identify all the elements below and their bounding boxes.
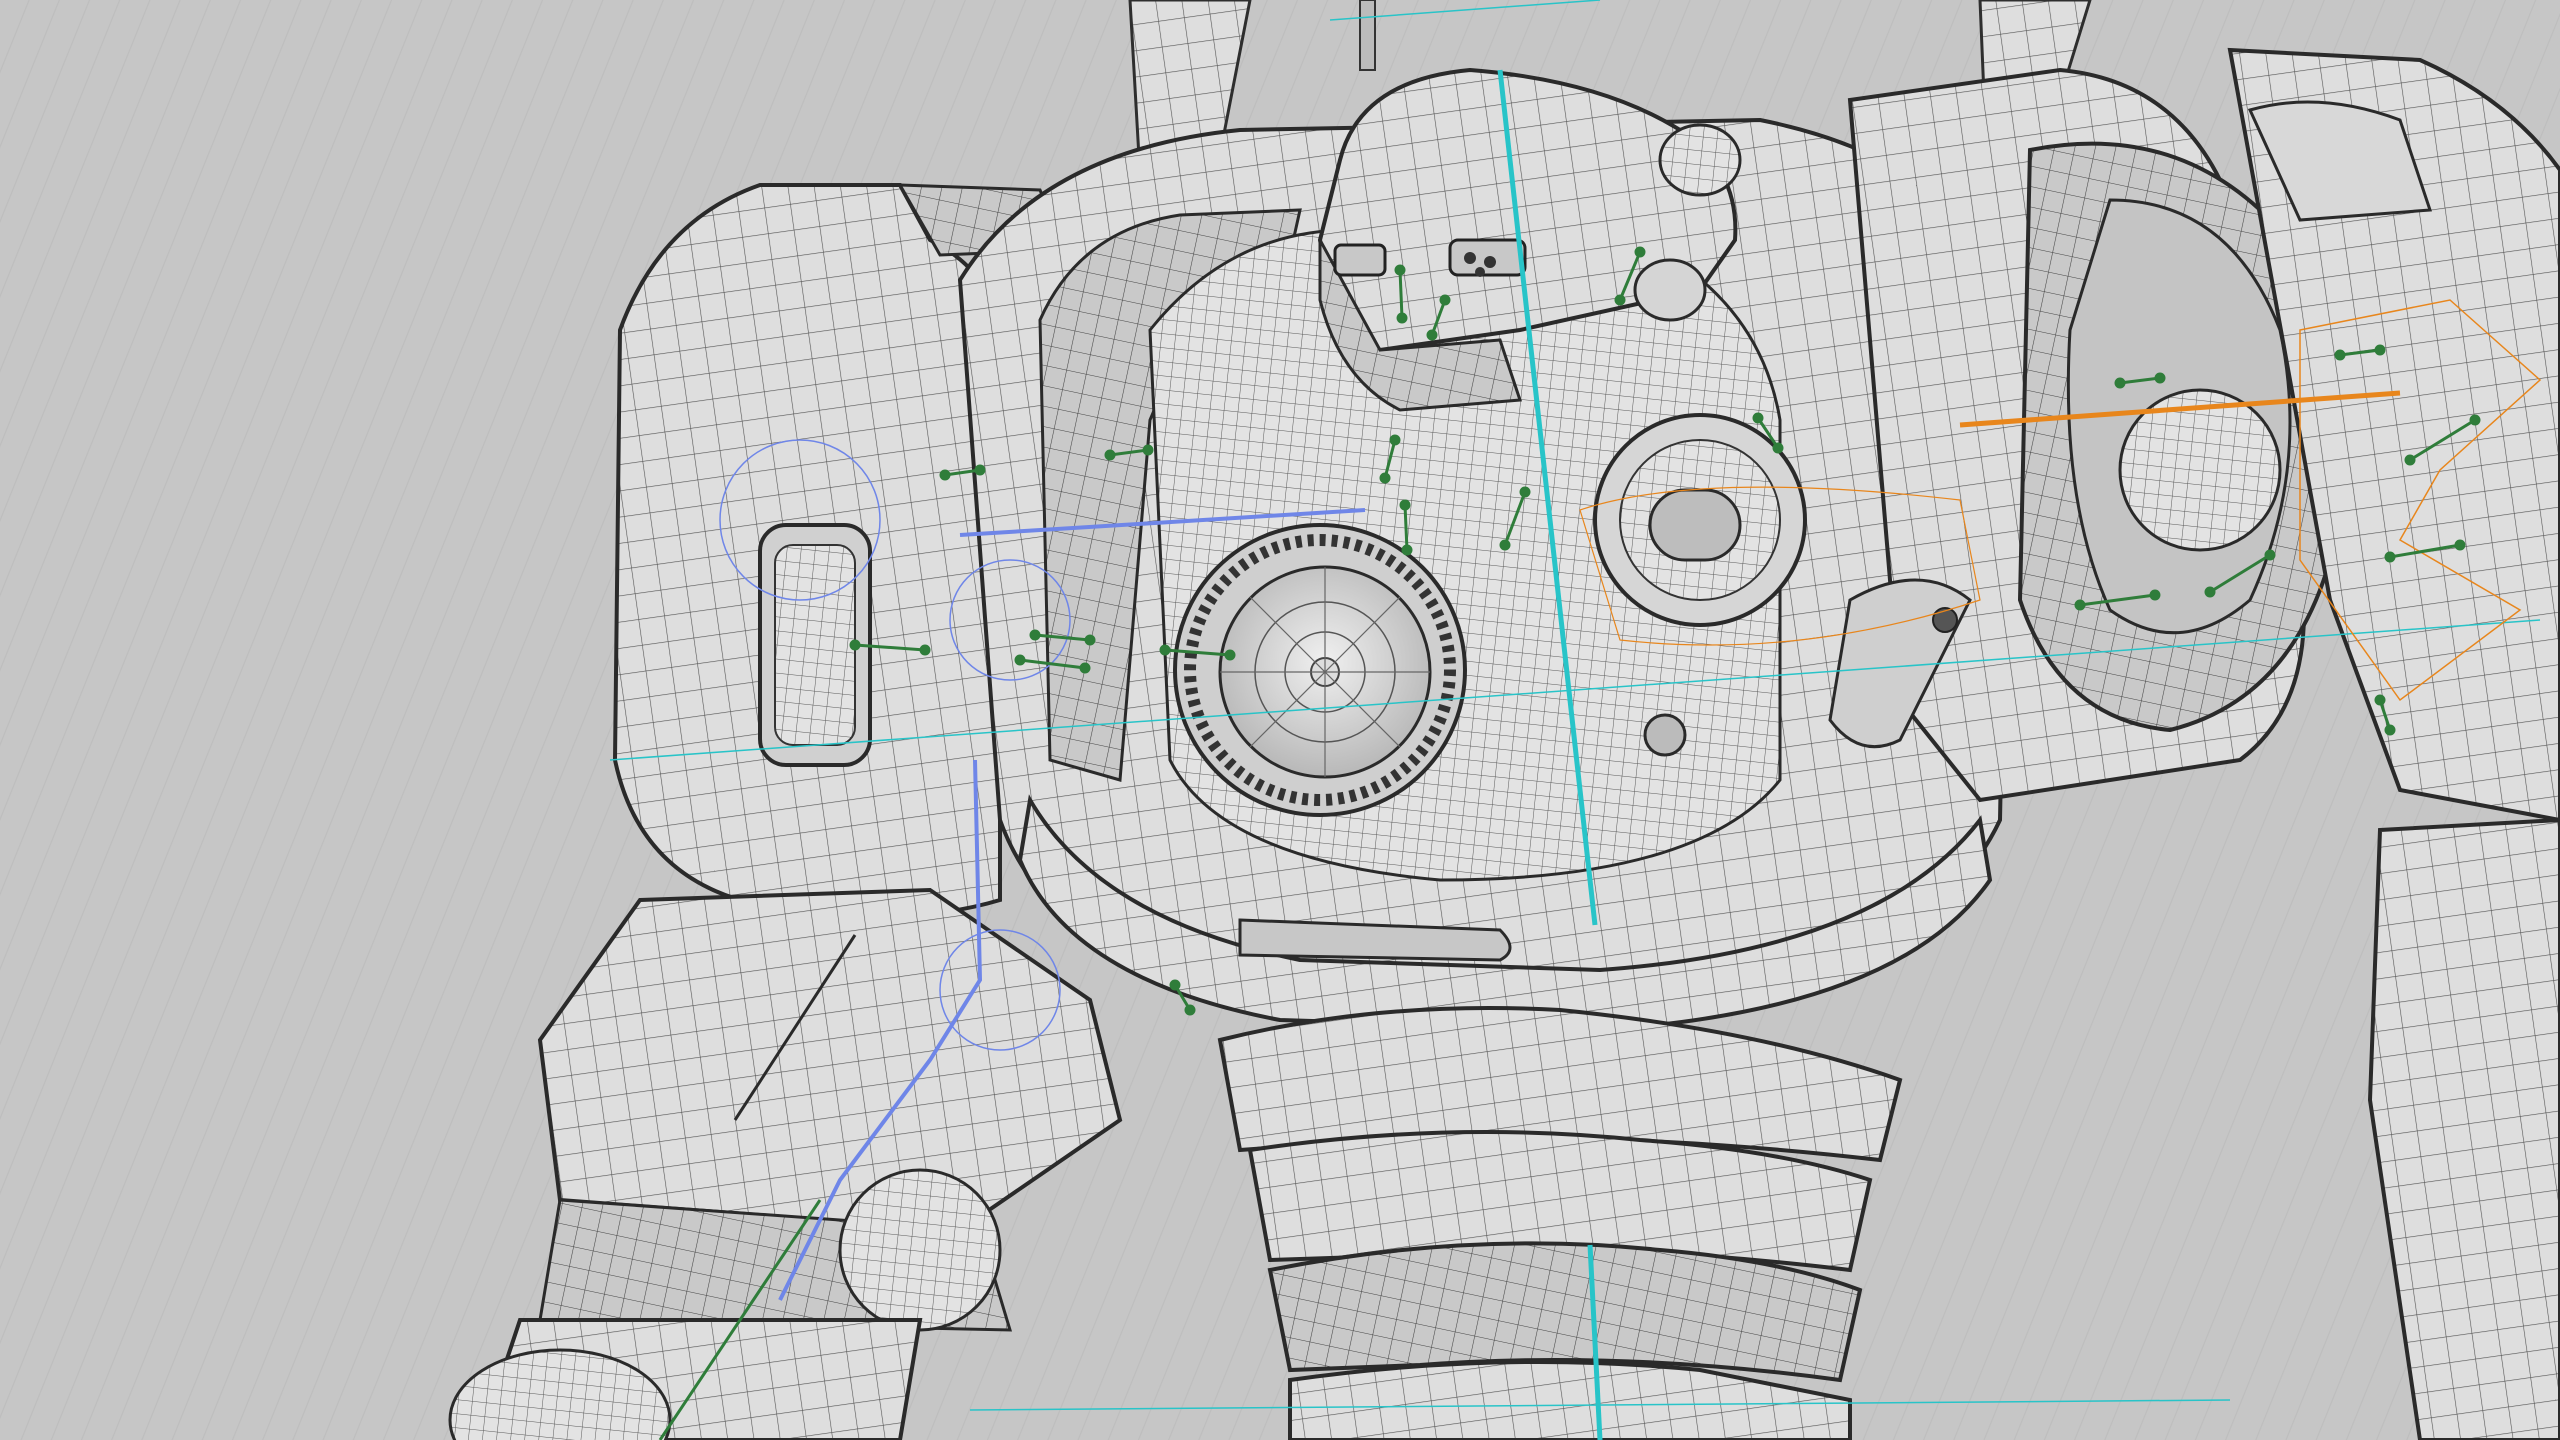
right-shoulder [1847, 47, 2560, 1440]
3d-viewport[interactable] [0, 0, 2560, 1440]
robot-wireframe-scene [448, 0, 2560, 1440]
left-upper-arm [448, 887, 1123, 1440]
chest-turbine [1173, 523, 1467, 817]
abdomen-segments [1217, 1006, 1903, 1440]
